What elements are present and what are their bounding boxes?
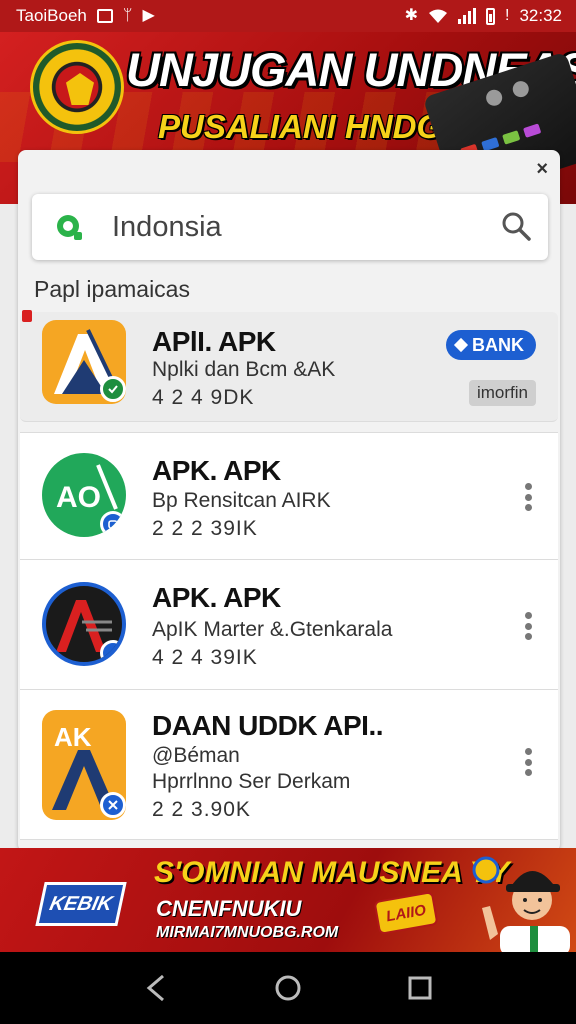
more-options-icon[interactable] — [524, 748, 532, 776]
verified-badge-icon — [100, 511, 126, 537]
search-input[interactable]: Indonsia — [112, 211, 222, 244]
usb-icon: ᛘ — [122, 7, 133, 24]
app-subtitle: Hprrlnno Ser Derkam — [152, 770, 351, 793]
battery-icon — [486, 7, 495, 25]
app-title: APK. APK — [152, 455, 281, 486]
banner-subtitle: PUSALIANI HNDGAKII — [158, 108, 509, 145]
diamond-icon — [453, 337, 469, 353]
bluetooth-icon: ✱ — [404, 7, 418, 24]
carrier-name: TaoiBoeh — [16, 6, 87, 25]
icon-letters: AK — [54, 722, 92, 752]
mascot-illustration — [472, 856, 570, 952]
home-button[interactable] — [268, 968, 308, 1008]
list-item[interactable]: APK. APK ApIK Marter &.Gtenkarala 4 2 4 … — [20, 560, 558, 690]
home-icon — [275, 975, 301, 1001]
verified-badge-icon — [100, 376, 126, 402]
settings-badge-icon — [100, 792, 126, 818]
info-tag-label: imorfin — [476, 383, 528, 402]
app-size: 2 2 3.90K — [152, 798, 251, 821]
app-size: 4 2 4 9DK — [152, 386, 255, 409]
notification-icon — [96, 9, 113, 23]
more-options-icon[interactable] — [524, 612, 532, 640]
status-bar: TaoiBoeh ᛘ ▶ ✱ ! 32:32 — [0, 0, 576, 32]
app-subtitle: Nplki dan Bcm &AK — [152, 358, 336, 381]
search-icon[interactable] — [500, 210, 532, 242]
status-bar-right: ✱ ! 32:32 — [405, 6, 562, 26]
info-tag[interactable]: imorfin — [468, 380, 536, 406]
app-subtitle: Bp Rensitcan AIRK — [152, 489, 331, 512]
app-icon — [42, 320, 126, 404]
bottom-banner-subtitle: CNENFNUKIU — [156, 896, 302, 921]
app-size: 2 2 2 39IK — [152, 517, 258, 540]
recents-icon — [408, 976, 432, 1000]
status-bar-left: TaoiBoeh ᛘ ▶ — [16, 6, 155, 26]
bottom-banner-url: MIRMAI7MNUOBG.ROM — [156, 924, 339, 941]
search-bar[interactable]: Indonsia — [32, 194, 548, 260]
play-icon: ▶ — [142, 7, 155, 24]
app-title: APK. APK — [152, 582, 281, 613]
close-icon: × — [536, 158, 548, 180]
app-icon: AK — [42, 710, 126, 820]
close-button[interactable]: × — [536, 158, 548, 181]
app-subtitle: ApIK Marter &.Gtenkarala — [152, 618, 393, 641]
icon-letters: AO — [56, 481, 101, 514]
app-title: DAAN UDDK API.. — [152, 710, 384, 741]
back-button[interactable] — [136, 968, 176, 1008]
more-options-icon[interactable] — [524, 483, 532, 511]
list-item[interactable]: APlI. APK Nplki dan Bcm &AK 4 2 4 9DK BA… — [20, 310, 558, 422]
bottom-banner-ad[interactable]: KEBIK S'OMNIAN MAUSNEA YY CNENFNUKIU MIR… — [0, 848, 576, 952]
signal-icon — [458, 8, 476, 24]
bottom-banner-title: S'OMNIAN MAUSNEA YY — [154, 856, 510, 889]
bank-chip-label: BANK — [472, 334, 524, 355]
featured-marker — [22, 310, 32, 322]
section-heading: Papl ipamaicas — [34, 276, 190, 302]
list-item[interactable]: AO APK. APK Bp Rensitcan AIRK 2 2 2 39IK — [20, 432, 558, 560]
recents-button[interactable] — [400, 968, 440, 1008]
alert-icon: ! — [505, 7, 510, 24]
emblem-logo — [30, 40, 124, 134]
app-icon: AO — [42, 453, 126, 537]
search-results-panel: × Indonsia Papl ipamaicas APlI. APK Nplk… — [18, 150, 560, 852]
wifi-icon — [429, 9, 447, 23]
app-icon — [42, 582, 126, 666]
app-title: APlI. APK — [152, 326, 276, 357]
app-logo-icon — [57, 215, 82, 240]
list-item[interactable]: AK DAAN UDDK API.. @Béman Hprrlnno Ser D… — [20, 690, 558, 840]
banner-logo: KEBIK — [35, 882, 127, 926]
bank-chip-button[interactable]: BANK — [446, 330, 536, 360]
app-handle: @Béman — [152, 744, 240, 767]
clock: 32:32 — [519, 6, 562, 25]
system-nav-bar — [0, 952, 576, 1024]
app-size: 4 2 4 39IK — [152, 646, 258, 669]
back-icon — [146, 974, 164, 1002]
verified-badge-icon — [100, 640, 122, 662]
promo-tag: LAIIO — [373, 891, 439, 935]
